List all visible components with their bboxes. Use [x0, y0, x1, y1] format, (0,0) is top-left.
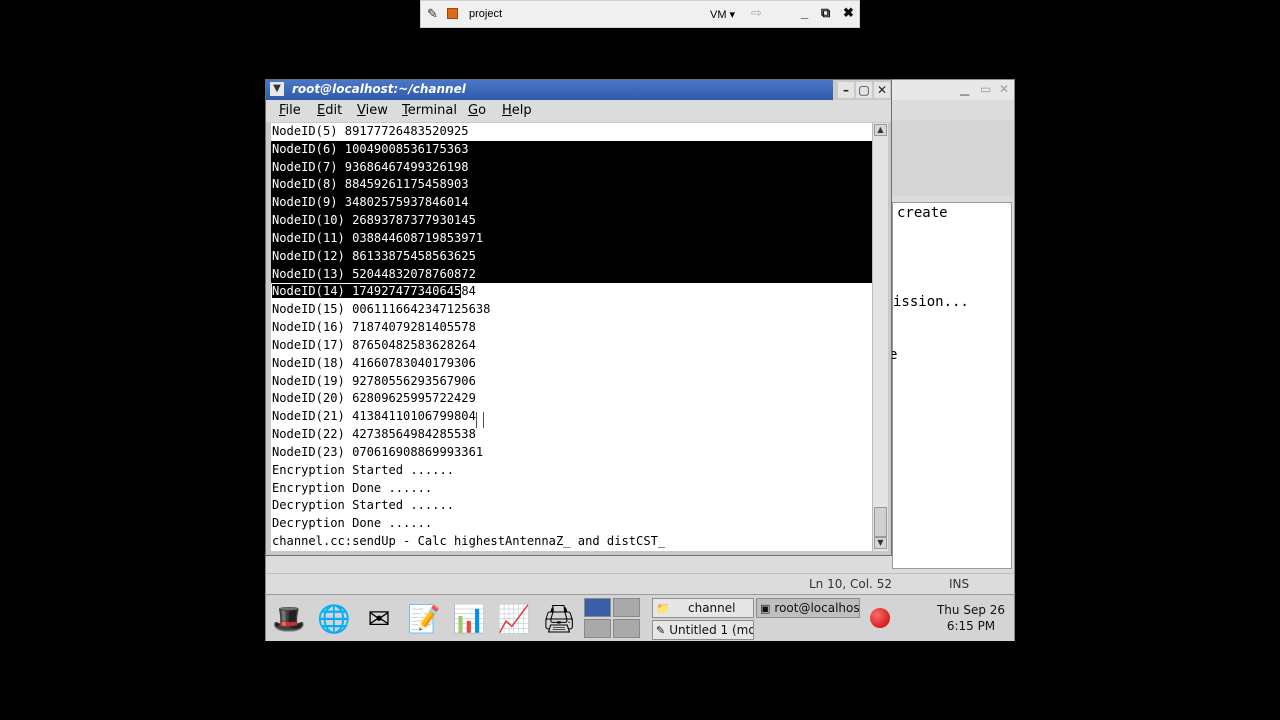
- terminal-line: channel.cc:sendUp - Calc highestAntennaZ…: [272, 534, 666, 549]
- terminal-window: ▼ root@localhost:~/channel – ▢ ✕ File Ed…: [265, 79, 892, 556]
- redhat-menu-icon[interactable]: 🎩: [269, 600, 309, 638]
- terminal-line: NodeID(17) 87650482583628264: [272, 337, 476, 352]
- vm-icon: [447, 8, 458, 19]
- cursor-position: Ln 10, Col. 52: [809, 577, 892, 591]
- menu-help[interactable]: Help: [502, 103, 532, 118]
- background-toolbar-area: [892, 120, 1014, 196]
- terminal-line: NodeID(22) 42738564984285538: [272, 427, 476, 442]
- terminal-output[interactable]: NodeID(5) 89177726483520925 NodeID(6) 10…: [271, 123, 873, 551]
- terminal-scrollbar[interactable]: ▲ ▼: [872, 123, 888, 551]
- terminal-line: NodeID(13) 52044832078760872: [271, 265, 873, 284]
- editor-text-area[interactable]: create ission... e: [889, 202, 1012, 569]
- editor-text-fragment: ission...: [893, 294, 969, 310]
- forward-icon[interactable]: ⇨: [751, 5, 762, 21]
- presentation-icon[interactable]: 📈: [494, 600, 534, 638]
- clock-time: 6:15 PM: [946, 619, 996, 633]
- web-browser-icon[interactable]: 🌐: [314, 600, 354, 638]
- terminal-line: NodeID(15) 0061116642347125638: [272, 302, 491, 317]
- minimize-button[interactable]: _: [801, 5, 808, 20]
- menu-file[interactable]: File: [279, 103, 301, 118]
- editor-statusbar: Ln 10, Col. 52 INS: [266, 573, 1014, 594]
- workspace-2[interactable]: [613, 598, 640, 617]
- menu-view[interactable]: View: [357, 103, 388, 118]
- scrollbar-thumb[interactable]: [874, 507, 887, 537]
- terminal-line: NodeID(11) 038844608719853971: [271, 229, 873, 248]
- maximize-button[interactable]: ▢: [856, 82, 872, 98]
- close-icon[interactable]: ✕: [999, 82, 1009, 96]
- printer-icon[interactable]: 🖨: [539, 600, 579, 638]
- window-menu-icon[interactable]: ▼: [270, 82, 284, 96]
- menu-go[interactable]: Go: [468, 103, 486, 118]
- close-button[interactable]: ✕: [874, 82, 890, 98]
- workspace-1[interactable]: [584, 598, 611, 617]
- taskbar: 🎩 🌐 ✉ 📝 📊 📈 🖨 📁 channel ▣ root@localhost…: [266, 594, 1014, 641]
- workspace-3[interactable]: [584, 619, 611, 638]
- close-button[interactable]: ✖: [843, 5, 854, 21]
- restore-button[interactable]: ⧉: [821, 5, 830, 21]
- record-indicator-icon[interactable]: [870, 608, 890, 628]
- terminal-line: Decryption Done ......: [272, 516, 433, 531]
- folder-icon: 📁: [656, 601, 670, 615]
- terminal-line: NodeID(20) 62809625995722429: [272, 391, 476, 406]
- spreadsheet-icon[interactable]: 📊: [449, 600, 489, 638]
- scroll-down-icon[interactable]: ▼: [874, 537, 887, 549]
- terminal-title: root@localhost:~/channel: [292, 82, 466, 96]
- maximize-icon[interactable]: ▭: [980, 82, 991, 96]
- task-untitled[interactable]: ✎ Untitled 1 (mod: [652, 620, 754, 640]
- text-cursor-icon: [476, 412, 484, 428]
- terminal-line: NodeID(18) 41660783040179306: [272, 355, 476, 370]
- terminal-line: NodeID(7) 93686467499326198: [271, 158, 873, 177]
- editor-text-fragment: create: [897, 205, 948, 221]
- terminal-line: Encryption Started ......: [272, 462, 455, 477]
- terminal-line: NodeID(9) 34802575937846014: [271, 194, 873, 213]
- workspace-4[interactable]: [613, 619, 640, 638]
- vm-title: project: [469, 8, 503, 20]
- terminal-line: NodeID(8) 88459261175458903: [271, 176, 873, 195]
- workspace-switcher[interactable]: [584, 598, 642, 638]
- terminal-line: NodeID(16) 71874079281405578: [272, 320, 476, 335]
- task-channel[interactable]: 📁 channel: [652, 598, 754, 618]
- task-label: root@localhost: [774, 601, 860, 615]
- menu-terminal[interactable]: Terminal: [402, 103, 457, 118]
- terminal-line: NodeID(21) 41384110106799804: [272, 409, 476, 424]
- terminal-line: NodeID(6) 10049008536175363: [271, 140, 873, 159]
- menu-edit[interactable]: Edit: [317, 103, 342, 118]
- terminal-line: NodeID(10) 26893787377930145: [271, 212, 873, 230]
- task-label: Untitled 1 (mod: [669, 623, 754, 637]
- terminal-line: NodeID(14) 17492747734064584: [272, 284, 476, 299]
- terminal-titlebar[interactable]: ▼ root@localhost:~/channel: [266, 80, 833, 100]
- insert-mode: INS: [949, 577, 970, 591]
- task-label: channel: [688, 601, 736, 615]
- scroll-up-icon[interactable]: ▲: [874, 124, 887, 136]
- writer-icon[interactable]: 📝: [404, 600, 444, 638]
- vm-menu-button[interactable]: VM ▾: [710, 8, 735, 21]
- terminal-icon: ▣: [760, 601, 771, 615]
- terminal-line: NodeID(19) 92780556293567906: [272, 373, 476, 388]
- terminal-line: Encryption Done ......: [272, 480, 433, 495]
- clock-date: Thu Sep 26: [936, 603, 1006, 617]
- minimize-button[interactable]: –: [838, 82, 854, 98]
- document-icon: ✎: [656, 623, 666, 637]
- minimize-icon[interactable]: ▁: [960, 82, 969, 96]
- terminal-line: NodeID(23) 070616908869993361: [272, 444, 484, 459]
- vm-toolbar: ✎ project VM ▾ ⇨ _ ⧉ ✖: [420, 0, 860, 28]
- terminal-line: Decryption Started ......: [272, 498, 455, 513]
- email-icon[interactable]: ✉: [359, 600, 399, 638]
- terminal-line: NodeID(5) 89177726483520925: [272, 124, 469, 138]
- clock[interactable]: Thu Sep 26 6:15 PM: [931, 602, 1011, 634]
- pin-icon[interactable]: ✎: [427, 6, 438, 22]
- terminal-line: NodeID(12) 86133875458563625: [271, 247, 873, 266]
- terminal-menubar: File Edit View Terminal Go Help: [266, 100, 891, 122]
- task-terminal[interactable]: ▣ root@localhost: [756, 598, 860, 618]
